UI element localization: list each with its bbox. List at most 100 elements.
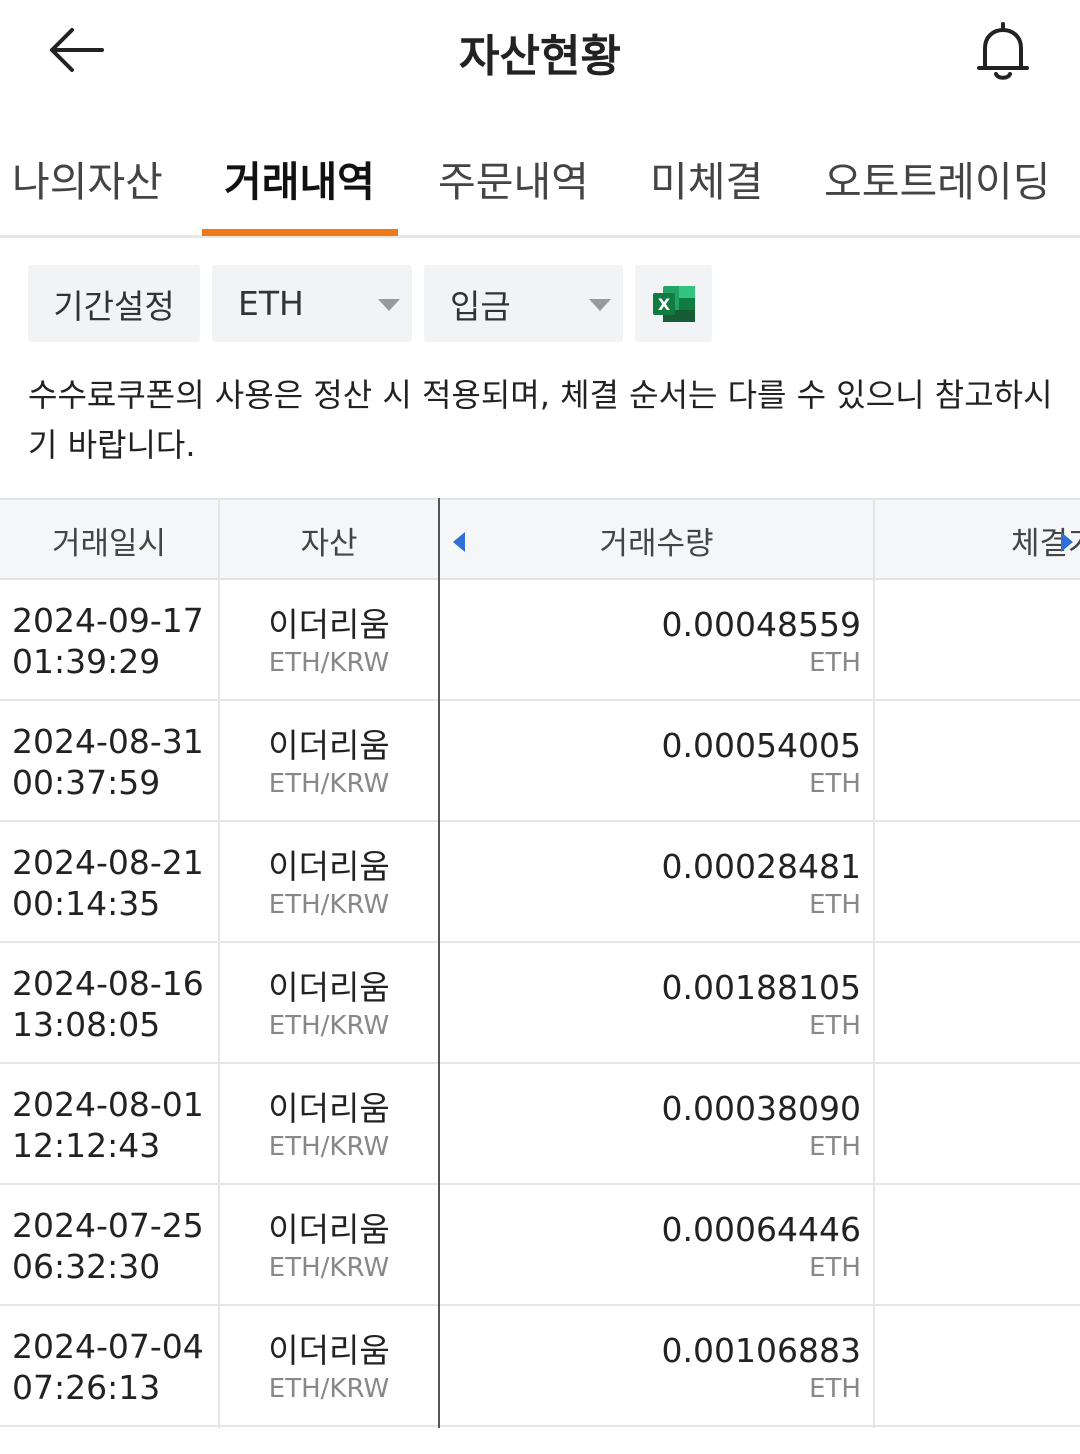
quantity-unit: ETH: [809, 1374, 861, 1404]
asset-pair: ETH/KRW: [268, 1132, 390, 1162]
asset-pair: ETH/KRW: [268, 769, 390, 799]
header-date[interactable]: 거래일시: [0, 500, 218, 580]
asset-cell: 이더리움 ETH/KRW: [220, 604, 438, 680]
quantity-cell: 0.00028481 ETH: [440, 846, 861, 922]
trade-time: 07:26:13: [12, 1368, 161, 1407]
asset-pair: ETH/KRW: [268, 1374, 390, 1404]
trade-quantity: 0.00038090: [661, 1089, 861, 1128]
trade-datetime: 2024-07-25 06:32:30: [12, 1205, 204, 1287]
asset-name: 이더리움: [268, 726, 390, 765]
trade-datetime: 2024-08-01 12:12:43: [12, 1084, 204, 1166]
asset-cell: 이더리움 ETH/KRW: [220, 1330, 438, 1406]
scroll-right-arrow-icon[interactable]: [1060, 532, 1074, 552]
trade-time: 06:32:30: [12, 1247, 161, 1286]
header-asset[interactable]: 자산: [220, 500, 438, 580]
asset-cell: 이더리움 ETH/KRW: [220, 967, 438, 1043]
asset-name: 이더리움: [268, 605, 390, 644]
header-quantity-label: 거래수량: [599, 525, 714, 562]
trade-time: 01:39:29: [12, 642, 161, 681]
trade-time: 00:37:59: [12, 763, 161, 802]
quantity-unit: ETH: [809, 1011, 861, 1041]
quantity-cell: 0.00048559 ETH: [440, 604, 861, 680]
asset-pair: ETH/KRW: [268, 648, 390, 678]
header-price[interactable]: 체결가: [875, 500, 1080, 580]
frozen-column-divider: [438, 498, 440, 1428]
trade-quantity: 0.00048559: [661, 605, 861, 644]
table-row[interactable]: 2024-09-17 01:39:29 이더리움 ETH/KRW 0.00048559 E…: [0, 580, 1080, 701]
table-header: 거래일시 자산 거래수량 체결가: [0, 498, 1080, 580]
notification-button[interactable]: [968, 16, 1038, 86]
bell-icon: [977, 22, 1029, 80]
trade-quantity: 0.00054005: [661, 726, 861, 765]
trade-time: 00:14:35: [12, 884, 161, 923]
trade-time: 12:12:43: [12, 1126, 161, 1165]
asset-name: 이더리움: [268, 968, 390, 1007]
quantity-unit: ETH: [809, 648, 861, 678]
trade-datetime: 2024-07-04 07:26:13: [12, 1326, 204, 1408]
asset-select-value: ETH: [238, 284, 304, 323]
quantity-unit: ETH: [809, 890, 861, 920]
period-setting-label: 기간설정: [53, 286, 175, 326]
trade-datetime: 2024-08-31 00:37:59: [12, 721, 204, 803]
table-row[interactable]: 2024-07-04 07:26:13 이더리움 ETH/KRW 0.00106883 E…: [0, 1306, 1080, 1427]
asset-cell: 이더리움 ETH/KRW: [220, 846, 438, 922]
scroll-left-arrow-icon[interactable]: [452, 532, 466, 552]
trade-quantity: 0.00106883: [661, 1331, 861, 1370]
period-setting-button[interactable]: 기간설정: [28, 265, 200, 342]
asset-pair: ETH/KRW: [268, 890, 390, 920]
tab-my-assets[interactable]: 나의자산: [12, 148, 163, 208]
fee-coupon-notice: 수수료쿠폰의 사용은 정산 시 적용되며, 체결 순서는 다를 수 있으니 참고…: [28, 376, 1053, 464]
asset-cell: 이더리움 ETH/KRW: [220, 1209, 438, 1285]
trade-time: 13:08:05: [12, 1005, 161, 1044]
trade-datetime: 2024-08-16 13:08:05: [12, 963, 204, 1045]
header-quantity[interactable]: 거래수량: [440, 500, 873, 580]
quantity-unit: ETH: [809, 1132, 861, 1162]
tab-unfilled[interactable]: 미체결: [650, 148, 763, 208]
quantity-cell: 0.00106883 ETH: [440, 1330, 861, 1406]
excel-icon: X: [652, 285, 695, 322]
tab-order-history[interactable]: 주문내역: [438, 148, 589, 208]
quantity-unit: ETH: [809, 1253, 861, 1283]
table-row[interactable]: 2024-08-01 12:12:43 이더리움 ETH/KRW 0.00038090 E…: [0, 1064, 1080, 1185]
svg-text:X: X: [657, 295, 670, 314]
trade-quantity: 0.00064446: [661, 1210, 861, 1249]
column-divider: [873, 498, 875, 1428]
header-price-label: 체결가: [1011, 525, 1080, 562]
chevron-down-icon: [589, 299, 611, 311]
table-row[interactable]: 2024-07-25 06:32:30 이더리움 ETH/KRW 0.00064446 E…: [0, 1185, 1080, 1306]
tab-trade-history[interactable]: 거래내역: [224, 148, 375, 208]
quantity-cell: 0.00054005 ETH: [440, 725, 861, 801]
trade-date: 2024-08-31: [12, 722, 204, 761]
excel-export-button[interactable]: X: [635, 265, 712, 342]
asset-name: 이더리움: [268, 1089, 390, 1128]
top-bar: 자산현황: [0, 0, 1080, 100]
table-row[interactable]: 2024-08-21 00:14:35 이더리움 ETH/KRW 0.00028481 E…: [0, 822, 1080, 943]
trade-date: 2024-07-04: [12, 1327, 204, 1366]
table-row[interactable]: 2024-08-31 00:37:59 이더리움 ETH/KRW 0.00054005 E…: [0, 701, 1080, 822]
trade-date: 2024-07-25: [12, 1206, 204, 1245]
tab-bar: 나의자산 거래내역 주문내역 미체결 오토트레이딩: [0, 120, 1080, 238]
trade-datetime: 2024-08-21 00:14:35: [12, 842, 204, 924]
tab-auto-trading[interactable]: 오토트레이딩: [824, 148, 1050, 208]
trade-date: 2024-08-21: [12, 843, 204, 882]
type-select[interactable]: 입금: [424, 265, 623, 342]
trade-date: 2024-08-16: [12, 964, 204, 1003]
asset-pair: ETH/KRW: [268, 1253, 390, 1283]
type-select-value: 입금: [450, 286, 511, 326]
trade-date: 2024-09-17: [12, 601, 204, 640]
trade-date: 2024-08-01: [12, 1085, 204, 1124]
active-tab-indicator: [202, 229, 398, 236]
asset-name: 이더리움: [268, 1210, 390, 1249]
trade-quantity: 0.00188105: [661, 968, 861, 1007]
asset-cell: 이더리움 ETH/KRW: [220, 725, 438, 801]
asset-name: 이더리움: [268, 1331, 390, 1370]
table-row[interactable]: 2024-08-16 13:08:05 이더리움 ETH/KRW 0.00188105 E…: [0, 943, 1080, 1064]
page-title: 자산현황: [459, 31, 621, 82]
asset-select[interactable]: ETH: [212, 265, 412, 342]
asset-name: 이더리움: [268, 847, 390, 886]
asset-cell: 이더리움 ETH/KRW: [220, 1088, 438, 1164]
quantity-unit: ETH: [809, 769, 861, 799]
quantity-cell: 0.00064446 ETH: [440, 1209, 861, 1285]
quantity-cell: 0.00038090 ETH: [440, 1088, 861, 1164]
column-divider: [218, 498, 220, 1428]
